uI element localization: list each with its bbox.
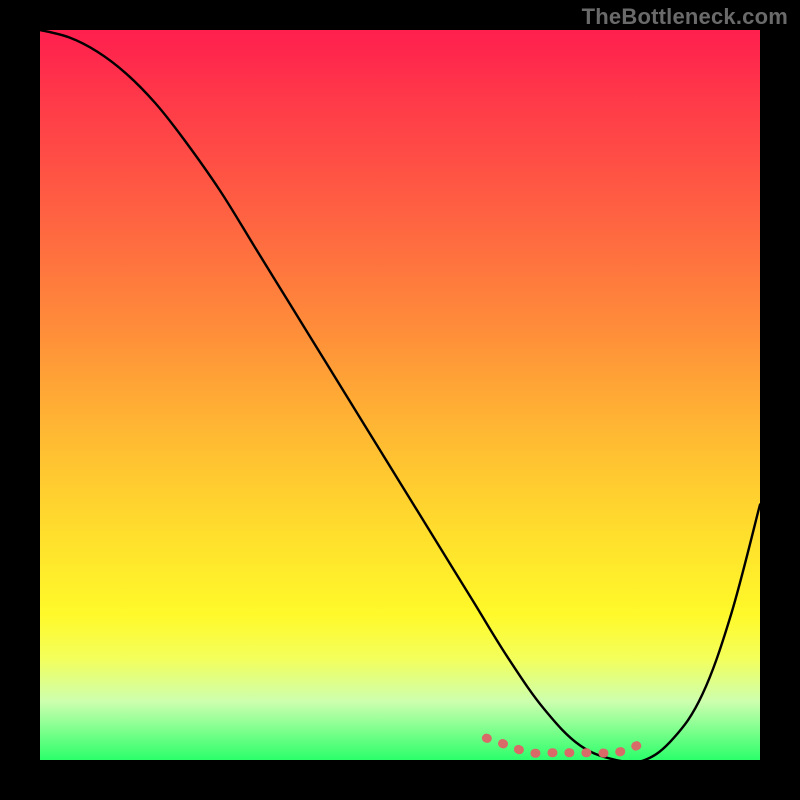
optimal-range-dots [486, 738, 637, 753]
watermark-text: TheBottleneck.com [582, 4, 788, 30]
chart-frame: TheBottleneck.com [0, 0, 800, 800]
bottleneck-curve-line [40, 30, 760, 760]
plot-area [40, 30, 760, 760]
chart-svg [40, 30, 760, 760]
